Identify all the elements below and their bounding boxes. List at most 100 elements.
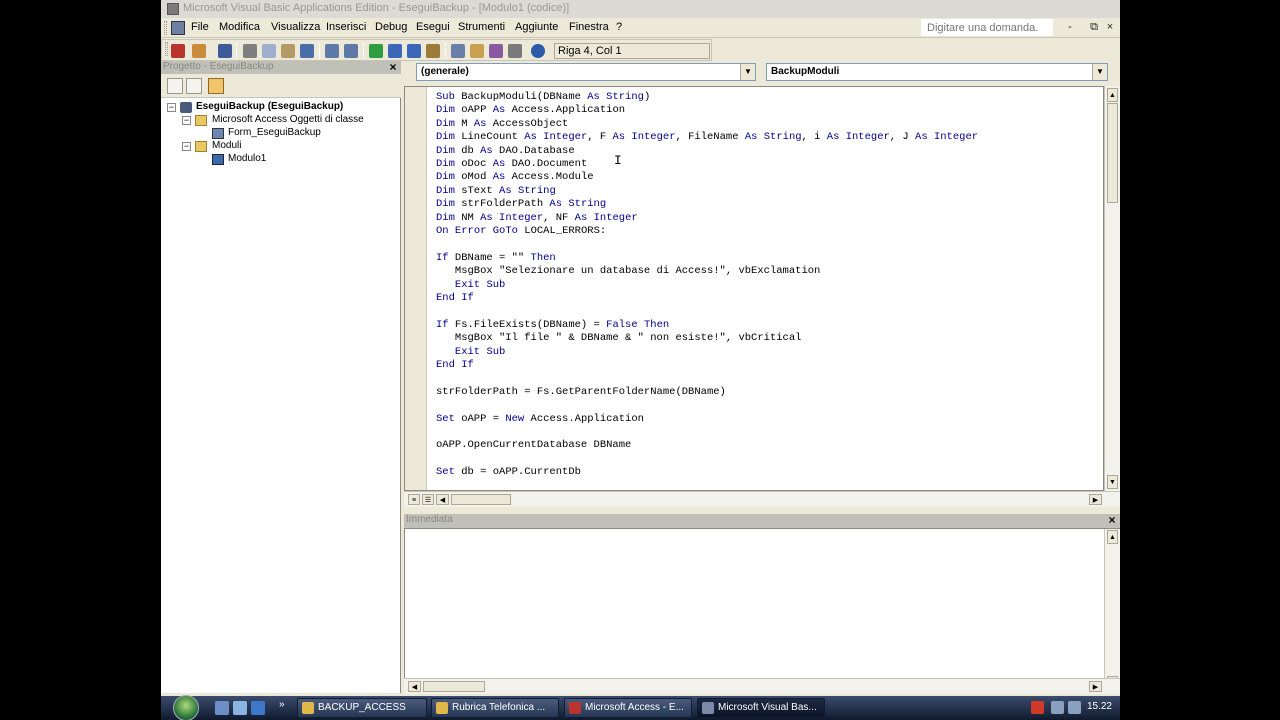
tree-item-modules[interactable]: − Moduli	[182, 140, 397, 153]
code-editor[interactable]: Sub BackupModuli(DBName As String) Dim oA…	[404, 86, 1104, 491]
cut-button[interactable]	[242, 43, 258, 59]
code-line[interactable]: Sub BackupModuli(DBName As String)	[436, 91, 650, 104]
code-horizontal-scrollbar[interactable]: ≡ ☰ ◀ ▶	[404, 491, 1120, 507]
taskbar-button-backup[interactable]: BACKUP_ACCESS	[297, 698, 427, 718]
code-line[interactable]: End If	[436, 292, 474, 305]
code-line[interactable]: On Error GoTo LOCAL_ERRORS:	[436, 225, 606, 238]
code-line[interactable]: Dim oAPP As Access.Application	[436, 104, 625, 117]
view-code-button[interactable]	[167, 78, 183, 94]
project-explorer-button[interactable]	[450, 43, 466, 59]
code-line[interactable]: If DBName = "" Then	[436, 252, 556, 265]
scroll-thumb[interactable]	[1107, 103, 1118, 203]
taskbar-button-access[interactable]: Microsoft Access - E...	[564, 698, 692, 718]
show-desktop-icon[interactable]	[215, 701, 229, 715]
code-vertical-scrollbar[interactable]: ▲ ▼	[1104, 86, 1120, 491]
paste-button[interactable]	[280, 43, 296, 59]
code-line[interactable]: Set db = oAPP.CurrentDb	[436, 466, 581, 479]
reset-button[interactable]	[406, 43, 422, 59]
chevron-down-icon[interactable]: ▼	[1092, 64, 1107, 80]
code-line[interactable]: Dim oMod As Access.Module	[436, 171, 594, 184]
code-line[interactable]: Exit Sub	[436, 346, 505, 359]
menu-finestra[interactable]: Finestra	[569, 21, 609, 33]
mdi-close-button[interactable]: ×	[1104, 21, 1116, 33]
collapse-icon[interactable]: −	[167, 103, 176, 112]
menu-strumenti[interactable]: Strumenti	[458, 21, 505, 33]
code-line[interactable]: MsgBox "Selezionare un database di Acces…	[436, 265, 820, 278]
internet-explorer-icon[interactable]	[251, 701, 265, 715]
tree-item-project[interactable]: − EseguiBackup (EseguiBackup)	[167, 101, 397, 114]
immediate-window-caption[interactable]: Immediata ×	[404, 514, 1120, 528]
scroll-up-arrow-icon[interactable]: ▲	[1107, 530, 1118, 544]
object-browser-button[interactable]	[488, 43, 504, 59]
tray-volume-icon[interactable]	[1068, 701, 1081, 714]
code-line[interactable]: Dim M As AccessObject	[436, 118, 568, 131]
find-button[interactable]	[299, 43, 315, 59]
code-line[interactable]: Set oAPP = New Access.Application	[436, 413, 644, 426]
procedure-combo[interactable]: BackupModuli ▼	[766, 63, 1108, 81]
tree-item-class-objects[interactable]: − Microsoft Access Oggetti di classe	[182, 114, 397, 127]
collapse-icon[interactable]: −	[182, 142, 191, 151]
full-module-view-icon[interactable]: ☰	[422, 494, 434, 505]
help-question-input[interactable]	[921, 19, 1053, 36]
mdi-restore-button[interactable]: ⧉	[1088, 21, 1100, 34]
scroll-up-arrow-icon[interactable]: ▲	[1107, 88, 1118, 102]
undo-button[interactable]	[324, 43, 340, 59]
document-icon[interactable]	[171, 21, 185, 35]
menu-visualizza[interactable]: Visualizza	[271, 21, 320, 33]
tray-antivirus-icon[interactable]	[1031, 701, 1044, 714]
immediate-horizontal-scrollbar[interactable]: ◀ ▶	[404, 678, 1120, 694]
collapse-icon[interactable]: −	[182, 116, 191, 125]
code-line[interactable]: Dim LineCount As Integer, F As Integer, …	[436, 131, 978, 144]
redo-button[interactable]	[343, 43, 359, 59]
switch-windows-icon[interactable]	[233, 701, 247, 715]
insert-module-button[interactable]	[191, 43, 207, 59]
help-button[interactable]	[530, 43, 546, 59]
close-icon[interactable]: ×	[387, 61, 399, 73]
properties-button[interactable]	[469, 43, 485, 59]
code-line[interactable]: If Fs.FileExists(DBName) = False Then	[436, 319, 669, 332]
taskbar-button-vba[interactable]: Microsoft Visual Bas...	[697, 698, 825, 718]
code-line[interactable]: strFolderPath = Fs.GetParentFolderName(D…	[436, 386, 726, 399]
scroll-left-arrow-icon[interactable]: ◀	[436, 494, 449, 505]
tray-network-icon[interactable]	[1051, 701, 1064, 714]
taskbar-clock[interactable]: 15.22	[1087, 701, 1112, 712]
quick-launch-overflow-icon[interactable]: »	[279, 699, 285, 710]
menu-help[interactable]: ?	[616, 21, 622, 33]
menu-file[interactable]: File	[191, 21, 209, 33]
scroll-thumb[interactable]	[423, 681, 485, 692]
tree-item-module1[interactable]: Modulo1	[212, 153, 397, 166]
code-line[interactable]: Dim strFolderPath As String	[436, 198, 606, 211]
mdi-minimize-button[interactable]: -	[1064, 21, 1076, 33]
immediate-vertical-scrollbar[interactable]: ▲ ▼	[1104, 529, 1120, 692]
start-button[interactable]	[173, 695, 199, 720]
menu-grip[interactable]	[164, 21, 167, 35]
toolbox-button[interactable]	[507, 43, 523, 59]
code-line[interactable]: Exit Sub	[436, 279, 505, 292]
chevron-down-icon[interactable]: ▼	[740, 64, 755, 80]
scroll-right-arrow-icon[interactable]: ▶	[1089, 494, 1102, 505]
design-mode-button[interactable]	[425, 43, 441, 59]
toolbar-grip[interactable]	[165, 42, 168, 56]
scroll-down-arrow-icon[interactable]: ▼	[1107, 475, 1118, 489]
title-bar[interactable]: Microsoft Visual Basic Applications Edit…	[161, 0, 1120, 18]
taskbar-button-rubrica[interactable]: Rubrica Telefonica ...	[431, 698, 559, 718]
view-access-button[interactable]	[170, 43, 186, 59]
break-button[interactable]	[387, 43, 403, 59]
menu-debug[interactable]: Debug	[375, 21, 407, 33]
scroll-thumb[interactable]	[451, 494, 511, 505]
scroll-left-arrow-icon[interactable]: ◀	[408, 681, 421, 692]
code-line[interactable]: Dim oDoc As DAO.Document	[436, 158, 587, 171]
copy-button[interactable]	[261, 43, 277, 59]
menu-esegui[interactable]: Esegui	[416, 21, 450, 33]
code-line[interactable]: Dim NM As Integer, NF As Integer	[436, 212, 638, 225]
run-button[interactable]	[368, 43, 384, 59]
view-object-button[interactable]	[186, 78, 202, 94]
tree-item-form[interactable]: Form_EseguiBackup	[212, 127, 397, 140]
close-icon[interactable]: ×	[1106, 514, 1118, 526]
object-combo[interactable]: (generale) ▼	[416, 63, 756, 81]
menu-inserisci[interactable]: Inserisci	[326, 21, 366, 33]
code-line[interactable]: MsgBox "Il file " & DBName & " non esist…	[436, 332, 802, 345]
menu-modifica[interactable]: Modifica	[219, 21, 260, 33]
code-line[interactable]: Dim db As DAO.Database	[436, 145, 575, 158]
code-margin-indicator-bar[interactable]	[405, 87, 427, 490]
